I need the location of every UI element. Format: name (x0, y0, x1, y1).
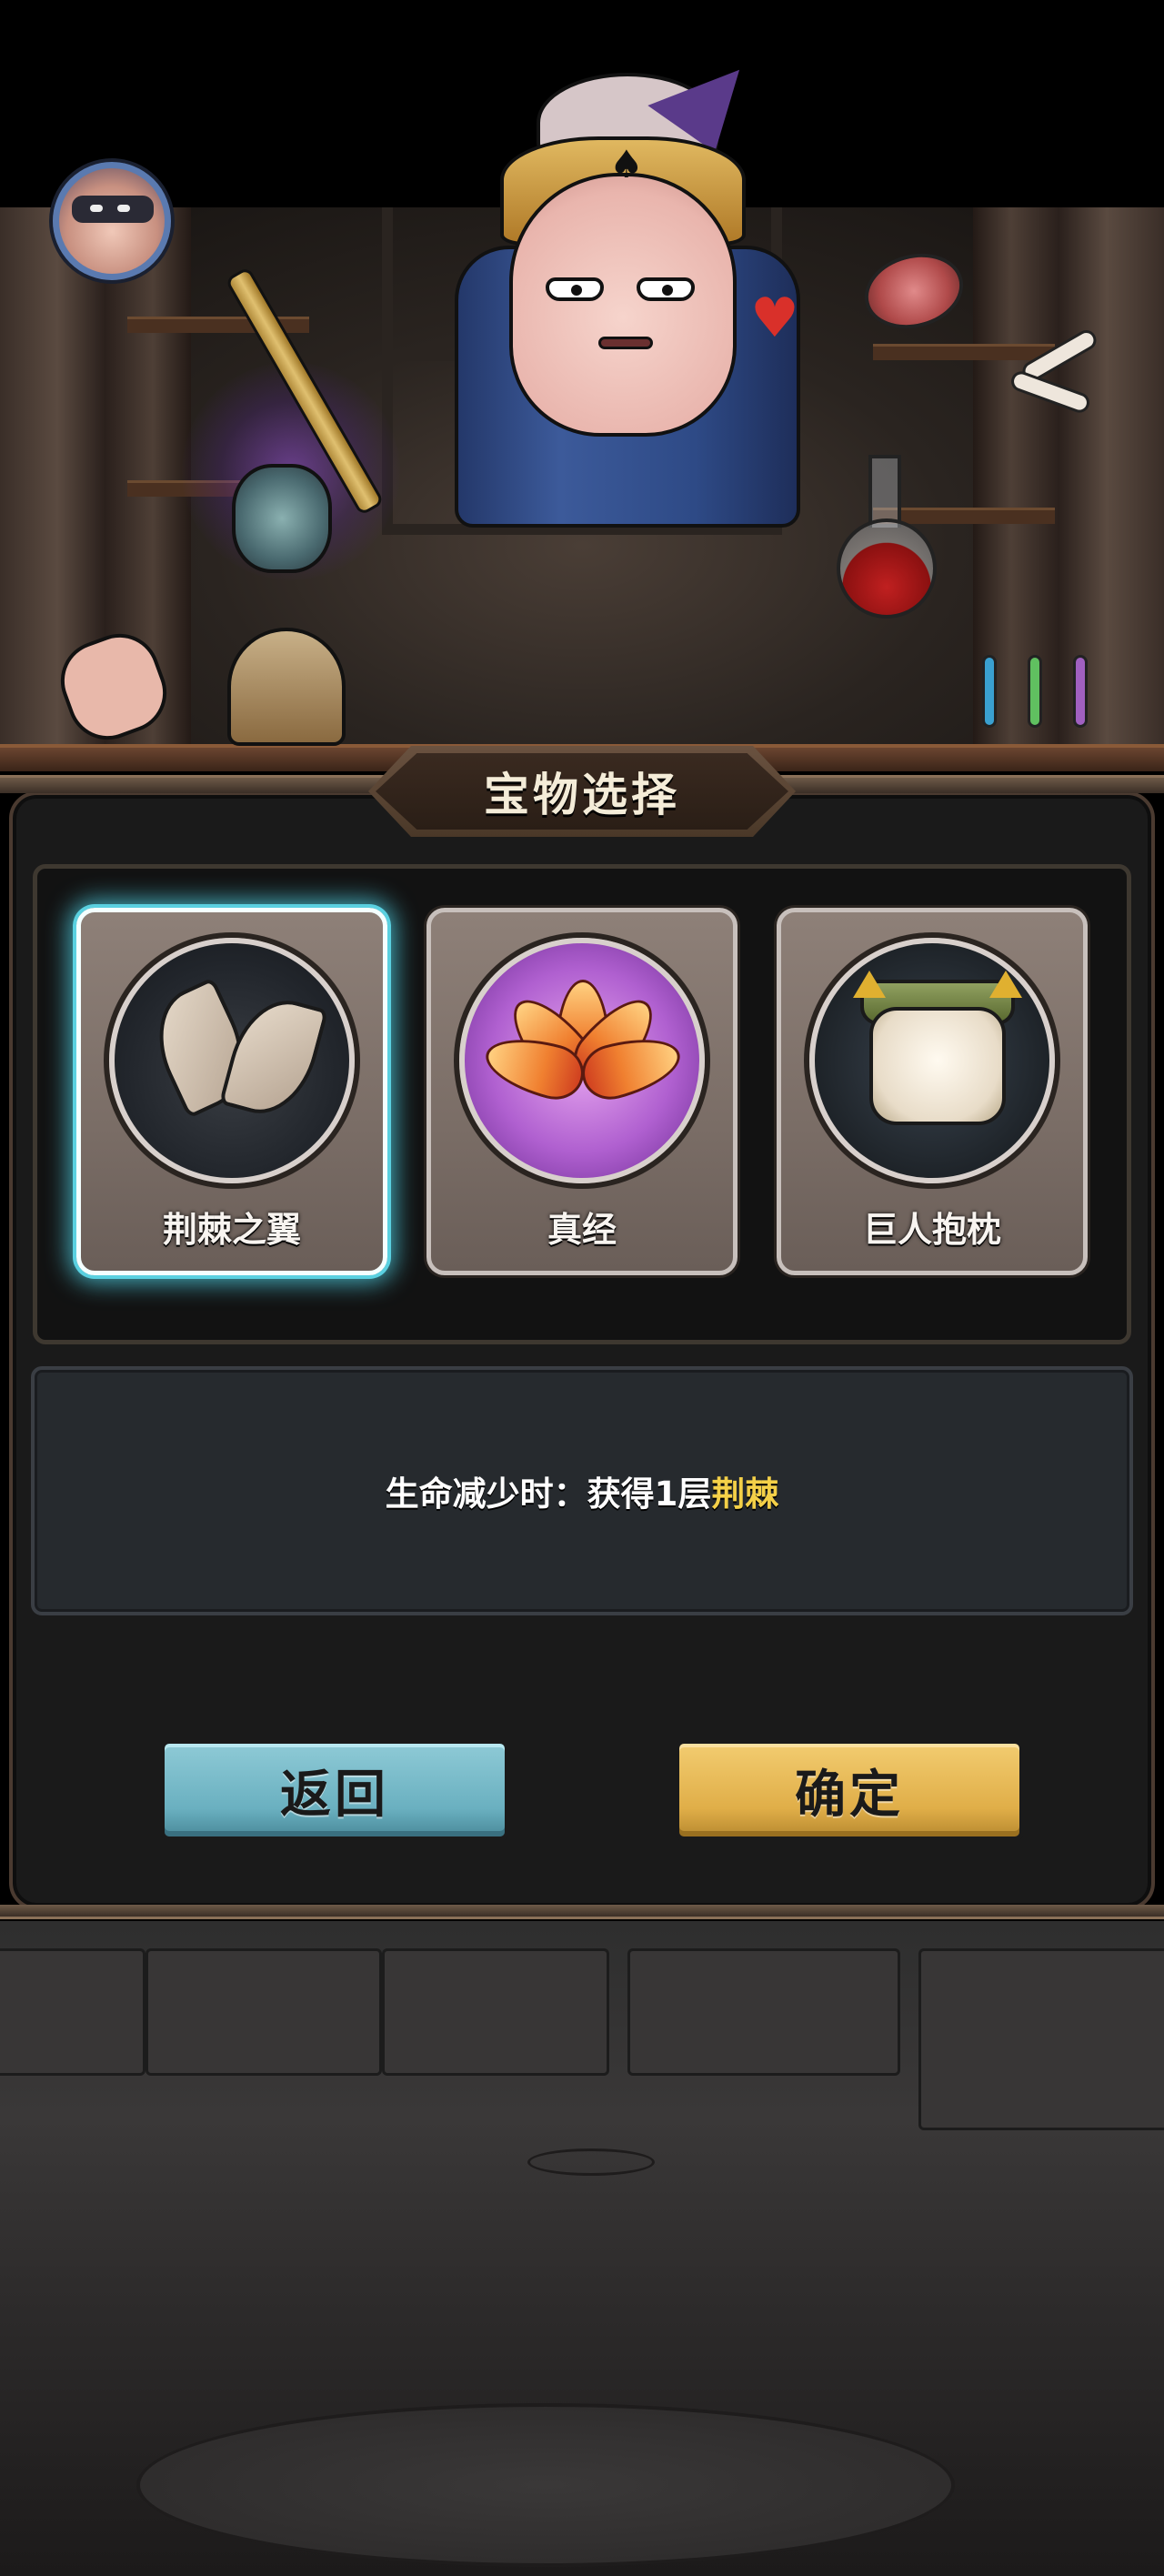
description-text: 生命减少时：获得1层荆棘 (386, 1466, 779, 1515)
red-potion-flask-icon (837, 518, 937, 619)
panel-title: 宝物选择 (484, 769, 680, 821)
heart-icon: ♥ (750, 287, 799, 350)
treasure-card-label: 荆棘之翼 (162, 1210, 301, 1250)
character-eye (546, 277, 604, 301)
avatar-eye (117, 205, 130, 212)
knight-helmet-icon (227, 628, 346, 746)
pillow-body (869, 1007, 1006, 1125)
pillow-spike (989, 971, 1022, 998)
character-face (509, 173, 737, 437)
merchant-character: ♠ ♥ (436, 38, 818, 546)
treasure-card-thorn-wings[interactable]: 荆棘之翼 (76, 908, 387, 1275)
panel-bottom-rail (0, 1905, 1164, 1919)
thorn-wings-icon (109, 938, 355, 1183)
wall-brick (627, 1948, 900, 2076)
description-box: 生命减少时：获得1层荆棘 (31, 1366, 1133, 1615)
player-avatar-button[interactable] (53, 162, 171, 280)
character-mouth (598, 337, 653, 349)
wall-brick (0, 1948, 146, 2076)
right-shelf-top (873, 344, 1055, 360)
right-curtain (973, 207, 1164, 771)
dungeon-floor (0, 1921, 1164, 2576)
test-tube-icon (1028, 655, 1042, 728)
flask-neck (868, 455, 901, 528)
title-plate: 宝物选择 (368, 746, 796, 837)
back-button[interactable]: 返回 (160, 1739, 509, 1841)
wall-brick (918, 1948, 1164, 2130)
test-tube-icon (982, 655, 997, 728)
lotus-scripture-icon (459, 938, 705, 1183)
pillow-spike (853, 971, 886, 998)
right-wing (218, 989, 329, 1125)
confirm-button[interactable]: 确定 (675, 1739, 1024, 1841)
floor-stone (527, 2148, 655, 2176)
description-prefix: 生命减少时：获得1层 (385, 1474, 712, 1514)
confirm-button-label: 确定 (795, 1765, 904, 1825)
floor-puddle (136, 2403, 955, 2567)
staff-ornament-icon (232, 464, 332, 573)
character-eye (637, 277, 695, 301)
test-tube-icon (1073, 655, 1088, 728)
wall-brick (382, 1948, 609, 2076)
treasure-card-label: 真经 (547, 1210, 617, 1250)
treasure-card-giant-pillow[interactable]: 巨人抱枕 (777, 908, 1088, 1275)
avatar-eye (90, 205, 103, 212)
avatar-headband (72, 196, 154, 223)
wall-brick (146, 1948, 382, 2076)
giant-pillow-icon (809, 938, 1055, 1183)
back-button-label: 返回 (280, 1765, 389, 1825)
description-keyword: 荆棘 (711, 1474, 779, 1514)
treasure-card-scripture[interactable]: 真经 (426, 908, 738, 1275)
spade-icon: ♠ (609, 142, 644, 186)
treasure-card-label: 巨人抱枕 (862, 1210, 1001, 1250)
